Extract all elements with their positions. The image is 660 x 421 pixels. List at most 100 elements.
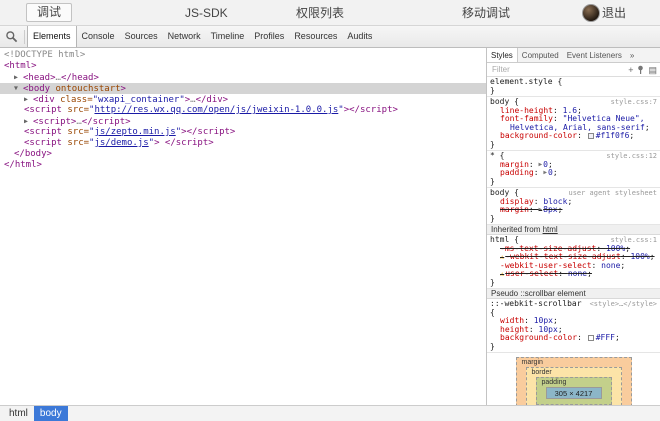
rule-source-link[interactable]: style.css:7	[611, 98, 657, 107]
code-segment: <html>	[4, 61, 37, 71]
tab-resources[interactable]: Resources	[289, 26, 342, 47]
tab-computed[interactable]: Computed	[518, 48, 563, 62]
dom-tree-node[interactable]: ▶<head>…</head>	[0, 72, 486, 83]
tab-elements[interactable]: Elements	[27, 26, 77, 47]
elements-panel: <!DOCTYPE html><html>▶<head>…</head>▼<bo…	[0, 48, 486, 405]
code-segment: > </script>	[154, 138, 214, 148]
dom-tree-node[interactable]: ▶<script>…</script>	[0, 116, 486, 127]
tab-profiles[interactable]: Profiles	[249, 26, 289, 47]
rule-close-brace: }	[490, 87, 657, 96]
code-segment: >	[121, 84, 126, 94]
color-swatch[interactable]	[588, 335, 594, 341]
tab-timeline[interactable]: Timeline	[206, 26, 250, 47]
breadcrumb-html[interactable]: html	[3, 406, 34, 421]
rule-source-link[interactable]: style.css:12	[606, 152, 657, 161]
inherited-from-node-link[interactable]: html	[543, 225, 558, 234]
dom-tree-node[interactable]: ▼<body ontouchstart>	[0, 83, 486, 94]
tab-sources[interactable]: Sources	[120, 26, 163, 47]
css-property[interactable]: background-color: #f1f0f6;	[490, 132, 657, 141]
tab-event-listeners[interactable]: Event Listeners	[563, 48, 626, 62]
inspect-element-icon[interactable]	[0, 30, 22, 43]
new-style-rule-icon[interactable]: +	[628, 63, 633, 77]
box-model-border[interactable]: border padding 305 × 4217	[526, 367, 622, 405]
nav-item-debug[interactable]: 调试	[26, 3, 72, 22]
expand-shorthand-icon[interactable]: ▶	[539, 161, 543, 168]
toggle-element-state-icon[interactable]	[637, 65, 644, 74]
property-value[interactable]: 0	[548, 168, 553, 177]
property-value[interactable]: #FFF	[596, 333, 615, 342]
devtools-main: <!DOCTYPE html><html>▶<head>…</head>▼<bo…	[0, 48, 660, 405]
property-value[interactable]: #f1f0f6	[596, 131, 630, 140]
breadcrumb-body[interactable]: body	[34, 406, 68, 421]
rule-source-link[interactable]: <style>…</style>	[590, 300, 657, 309]
expand-arrow-icon[interactable]: ▶	[24, 94, 33, 105]
dom-tree-node[interactable]: <script src="js/zepto.min.js"></script>	[0, 127, 486, 138]
dom-tree-node[interactable]: <script src="js/demo.js"> </script>	[0, 138, 486, 149]
code-segment: <head>	[23, 73, 56, 83]
panel-menu-icon[interactable]: ▤	[648, 63, 657, 77]
sidebar-tabs: Styles Computed Event Listeners »	[487, 48, 660, 63]
property-value[interactable]: 100%	[630, 252, 649, 261]
box-model-content-size: 305 × 4217	[555, 389, 593, 398]
style-rule: style.css:7body {line-height: 1.6;font-f…	[487, 97, 660, 151]
css-property[interactable]: ⚠user-select: none;	[490, 270, 657, 279]
property-value[interactable]: 8px	[543, 205, 557, 214]
logout-link[interactable]: 退出	[602, 0, 626, 26]
property-value[interactable]: none	[568, 269, 587, 278]
css-property[interactable]: background-color: #FFF;	[490, 334, 657, 343]
resource-link[interactable]: http://res.wx.qq.com/open/js/jweixin-1.0…	[94, 105, 338, 115]
styles-scroll-area: element.style {}style.css:7body {line-he…	[487, 77, 660, 405]
code-segment: </html>	[4, 160, 42, 170]
dom-tree-node[interactable]: <script src="http://res.wx.qq.com/open/j…	[0, 105, 486, 116]
css-property[interactable]: font-family: "Helvetica Neue", Helvetica…	[490, 115, 657, 132]
expand-arrow-icon[interactable]: ▶	[14, 72, 23, 83]
dom-tree-node[interactable]: </body>	[0, 149, 486, 160]
box-model-padding[interactable]: padding 305 × 4217	[536, 377, 612, 405]
property-name[interactable]: background-color	[500, 333, 577, 342]
css-property[interactable]: margin: ▶8px;	[490, 206, 657, 215]
expand-shorthand-icon[interactable]: ▶	[543, 169, 547, 176]
rule-selector[interactable]: *	[490, 151, 495, 160]
property-name[interactable]: background-color	[500, 131, 577, 140]
resource-link[interactable]: js/zepto.min.js	[94, 127, 175, 137]
dom-tree-node[interactable]: ▶<div class="wxapi_container">…</div>	[0, 94, 486, 105]
sidebar-tabs-overflow-chevron[interactable]: »	[626, 48, 638, 62]
nav-item-mobile-debug[interactable]: 移动调试	[462, 0, 510, 26]
user-avatar[interactable]	[582, 4, 600, 22]
code-segment: ></script>	[181, 127, 235, 137]
property-name[interactable]: user-select	[505, 269, 558, 278]
property-name[interactable]: margin	[500, 205, 529, 214]
expand-arrow-icon[interactable]: ▶	[24, 116, 33, 127]
nav-item-jssdk[interactable]: JS-SDK	[185, 0, 228, 26]
code-segment: </body>	[14, 149, 52, 159]
rule-close-brace: }	[490, 279, 657, 288]
rule-selector[interactable]: element.style	[490, 77, 553, 86]
rule-source-label: user agent stylesheet	[568, 189, 657, 198]
css-property[interactable]: padding: ▶0;	[490, 169, 657, 178]
code-segment: src=	[62, 105, 89, 115]
code-segment: <div	[33, 95, 55, 105]
property-value[interactable]: none	[601, 261, 620, 270]
resource-link[interactable]: js/demo.js	[94, 138, 148, 148]
dom-tree-node[interactable]: <html>	[0, 61, 486, 72]
code-segment: <script>	[33, 117, 76, 127]
code-segment: <script	[24, 127, 62, 137]
property-name[interactable]: padding	[500, 168, 534, 177]
rule-selector[interactable]: ::-webkit-scrollbar	[490, 299, 582, 308]
expand-shorthand-icon[interactable]: ▶	[539, 206, 543, 213]
nav-item-permission-list[interactable]: 权限列表	[296, 0, 344, 26]
color-swatch[interactable]	[588, 133, 594, 139]
box-model-content[interactable]: 305 × 4217	[546, 387, 602, 399]
dom-tree-node[interactable]: </html>	[0, 160, 486, 171]
tab-audits[interactable]: Audits	[342, 26, 377, 47]
box-model-margin[interactable]: margin border padding 305 × 4217	[516, 357, 632, 405]
styles-filter-input[interactable]	[490, 64, 624, 75]
box-model-border-label: border	[532, 368, 552, 377]
warning-icon: ⚠	[500, 270, 504, 278]
tab-console[interactable]: Console	[77, 26, 120, 47]
collapse-arrow-icon[interactable]: ▼	[14, 83, 23, 94]
tab-styles[interactable]: Styles	[487, 48, 518, 62]
dom-tree-node[interactable]: <!DOCTYPE html>	[0, 50, 486, 61]
styles-section-header: Pseudo ::scrollbar element	[487, 289, 660, 299]
tab-network[interactable]: Network	[163, 26, 206, 47]
